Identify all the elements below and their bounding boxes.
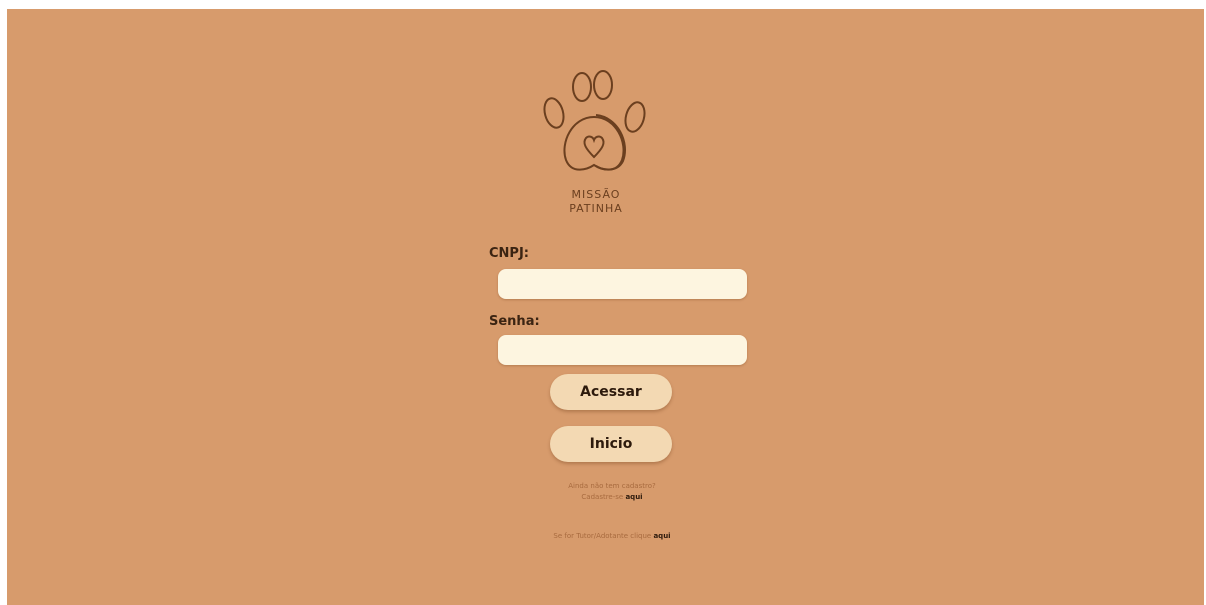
register-link[interactable]: aqui — [625, 493, 642, 501]
password-input[interactable] — [498, 335, 747, 365]
cnpj-label: CNPJ: — [489, 246, 529, 261]
no-account-text: Ainda não tem cadastro? Cadastre-se aqui — [462, 481, 762, 503]
senha-label: Senha: — [489, 314, 540, 329]
no-account-message: Ainda não tem cadastro? — [568, 482, 656, 490]
home-button[interactable]: Inicio — [550, 426, 672, 462]
tutor-prefix: Se for Tutor/Adotante clique — [553, 532, 654, 540]
login-page: MISSÃO PATINHA CNPJ: Senha: Acessar Inic… — [7, 9, 1204, 605]
missao-patinha-logo: MISSÃO PATINHA — [534, 65, 658, 225]
paw-heart-icon — [543, 70, 646, 171]
logo-text-line1: MISSÃO — [571, 188, 621, 201]
access-button[interactable]: Acessar — [550, 374, 672, 410]
register-prefix: Cadastre-se — [581, 493, 626, 501]
tutor-text: Se for Tutor/Adotante clique aqui — [462, 531, 762, 542]
cnpj-input[interactable] — [498, 269, 747, 299]
tutor-link[interactable]: aqui — [653, 532, 670, 540]
logo-text-line2: PATINHA — [569, 202, 623, 215]
